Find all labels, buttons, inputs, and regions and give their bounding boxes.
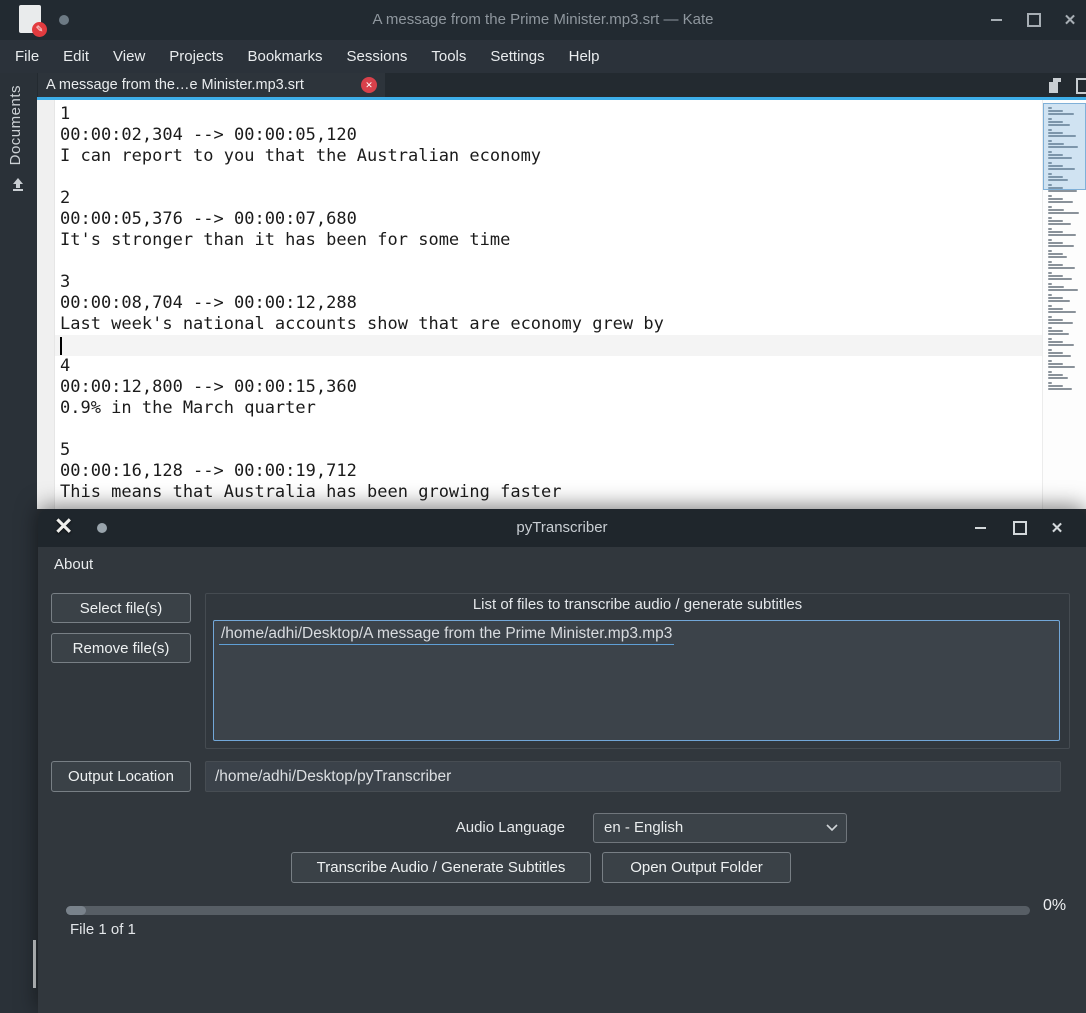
file-count-label: File 1 of 1: [70, 921, 136, 938]
editor-line: I can report to you that the Australian …: [60, 146, 542, 166]
duplicate-document-icon[interactable]: [1046, 76, 1064, 94]
output-location-field[interactable]: /home/adhi/Desktop/pyTranscriber: [205, 761, 1061, 792]
menu-file[interactable]: File: [3, 40, 51, 73]
kate-menubar: File Edit View Projects Bookmarks Sessio…: [0, 40, 1086, 73]
editor-line-cursor: [60, 335, 664, 356]
minimize-icon: [974, 527, 986, 529]
close-icon: ✕: [1050, 519, 1064, 537]
editor-line: 2: [60, 188, 71, 208]
progress-bar-fill: [66, 906, 86, 915]
editor-line: 3: [60, 272, 71, 292]
minimap-visible-range[interactable]: [1043, 103, 1086, 190]
pytranscriber-menubar: About: [38, 547, 1086, 583]
kate-maximize-button[interactable]: [1022, 8, 1046, 32]
editor-text: 1 00:00:02,304 --> 00:00:05,120 I can re…: [60, 104, 664, 503]
file-list-group-title: List of files to transcribe audio / gene…: [472, 596, 803, 613]
remove-files-button[interactable]: Remove file(s): [51, 633, 191, 663]
editor-line: 1: [60, 104, 71, 124]
arrow-up-icon: [13, 178, 23, 191]
editor-line: Last week's national accounts show that …: [60, 314, 664, 334]
sidebar-scrollbar-sliver: [33, 940, 36, 988]
menu-help[interactable]: Help: [557, 40, 612, 73]
split-view-icon[interactable]: [1076, 78, 1086, 94]
editor-line: 00:00:08,704 --> 00:00:12,288: [60, 293, 357, 313]
kate-window-title: A message from the Prime Minister.mp3.sr…: [372, 11, 714, 28]
editor-line: 00:00:16,128 --> 00:00:19,712: [60, 461, 357, 481]
editor-area[interactable]: 1 00:00:02,304 --> 00:00:05,120 I can re…: [37, 100, 1042, 509]
menu-settings[interactable]: Settings: [478, 40, 556, 73]
text-cursor: [60, 337, 62, 355]
menu-projects[interactable]: Projects: [157, 40, 235, 73]
kate-titlebar: ✎ A message from the Prime Minister.mp3.…: [0, 0, 1086, 40]
menu-bookmarks[interactable]: Bookmarks: [235, 40, 334, 73]
editor-line: This means that Australia has been growi…: [60, 482, 562, 502]
kate-close-button[interactable]: ✕: [1058, 8, 1082, 32]
pytranscriber-window-title: pyTranscriber: [516, 519, 608, 536]
pt-close-button[interactable]: ✕: [1045, 516, 1069, 540]
pytranscriber-window: ✕ pyTranscriber ✕ About Select file(s) R…: [38, 509, 1086, 1013]
kate-documents-sidebar: Documents: [0, 73, 37, 1013]
menu-about[interactable]: About: [46, 547, 101, 583]
file-list-item[interactable]: /home/adhi/Desktop/A message from the Pr…: [219, 625, 675, 645]
audio-language-select[interactable]: en - English: [593, 813, 847, 843]
pt-minimize-button[interactable]: [968, 516, 992, 540]
minimap-scrollbar[interactable]: [1042, 100, 1086, 509]
editor-line: 00:00:02,304 --> 00:00:05,120: [60, 125, 357, 145]
menu-tools[interactable]: Tools: [419, 40, 478, 73]
output-location-button[interactable]: Output Location: [51, 761, 191, 792]
editor-line: 00:00:12,800 --> 00:00:15,360: [60, 377, 357, 397]
progress-bar: [66, 906, 1030, 915]
maximize-icon: [1027, 13, 1041, 27]
tab-label: A message from the…e Minister.mp3.srt: [46, 77, 304, 93]
file-list[interactable]: /home/adhi/Desktop/A message from the Pr…: [213, 620, 1060, 741]
audio-language-label: Audio Language: [455, 819, 565, 836]
editor-line: 4: [60, 356, 71, 376]
pt-maximize-button[interactable]: [1008, 516, 1032, 540]
audio-language-value: en - English: [604, 819, 684, 836]
kate-tabbar: A message from the…e Minister.mp3.srt ✕: [0, 73, 1086, 97]
menu-edit[interactable]: Edit: [51, 40, 101, 73]
tab-close-icon[interactable]: ✕: [361, 77, 377, 93]
chevron-down-icon: [826, 824, 838, 832]
document-tab[interactable]: A message from the…e Minister.mp3.srt ✕: [38, 73, 385, 97]
editor-icon-border: [37, 100, 55, 509]
open-output-folder-button[interactable]: Open Output Folder: [602, 852, 791, 883]
editor-line: It's stronger than it has been for some …: [60, 230, 511, 250]
progress-percent: 0%: [1043, 897, 1067, 914]
menu-sessions[interactable]: Sessions: [335, 40, 420, 73]
minimize-icon: [990, 19, 1002, 21]
close-icon: ✕: [1063, 11, 1077, 29]
maximize-icon: [1013, 521, 1027, 535]
pytranscriber-titlebar: ✕ pyTranscriber ✕: [38, 509, 1086, 547]
transcribe-button[interactable]: Transcribe Audio / Generate Subtitles: [291, 852, 591, 883]
editor-line: 5: [60, 440, 71, 460]
kate-minimize-button[interactable]: [984, 8, 1008, 32]
desktop: ✎ A message from the Prime Minister.mp3.…: [0, 0, 1086, 1013]
menu-view[interactable]: View: [101, 40, 157, 73]
select-files-button[interactable]: Select file(s): [51, 593, 191, 623]
editor-line: 0.9% in the March quarter: [60, 398, 316, 418]
sidebar-documents-toolbutton[interactable]: Documents: [7, 85, 24, 165]
editor-line: 00:00:05,376 --> 00:00:07,680: [60, 209, 357, 229]
